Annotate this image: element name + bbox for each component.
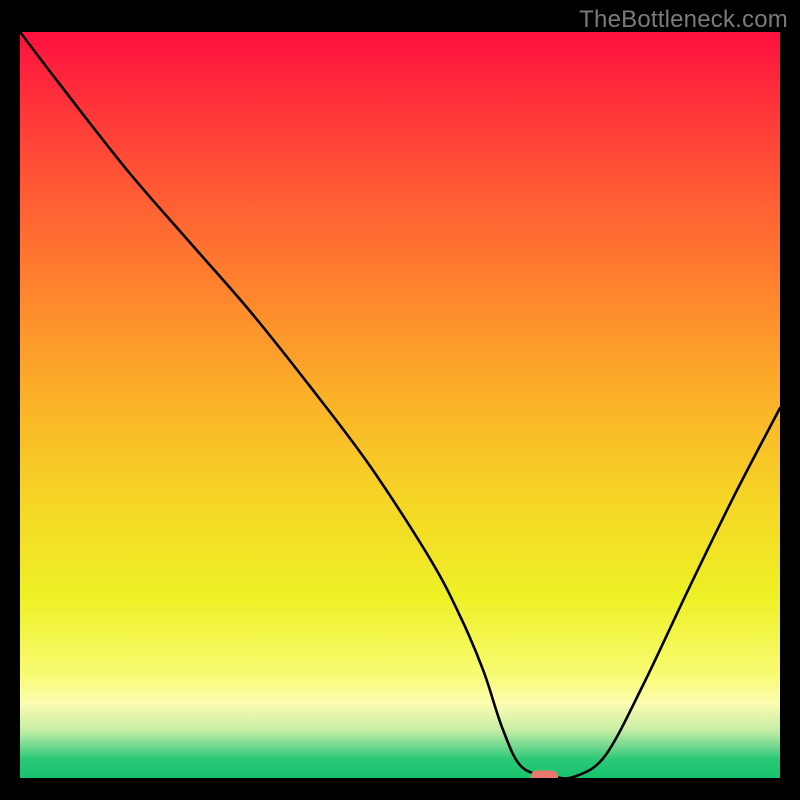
watermark-label: TheBottleneck.com	[579, 6, 788, 34]
gradient-background	[20, 32, 780, 778]
chart-canvas: TheBottleneck.com	[0, 0, 800, 800]
target-marker	[531, 771, 558, 778]
plot-area	[20, 32, 780, 778]
plot-svg	[20, 32, 780, 778]
